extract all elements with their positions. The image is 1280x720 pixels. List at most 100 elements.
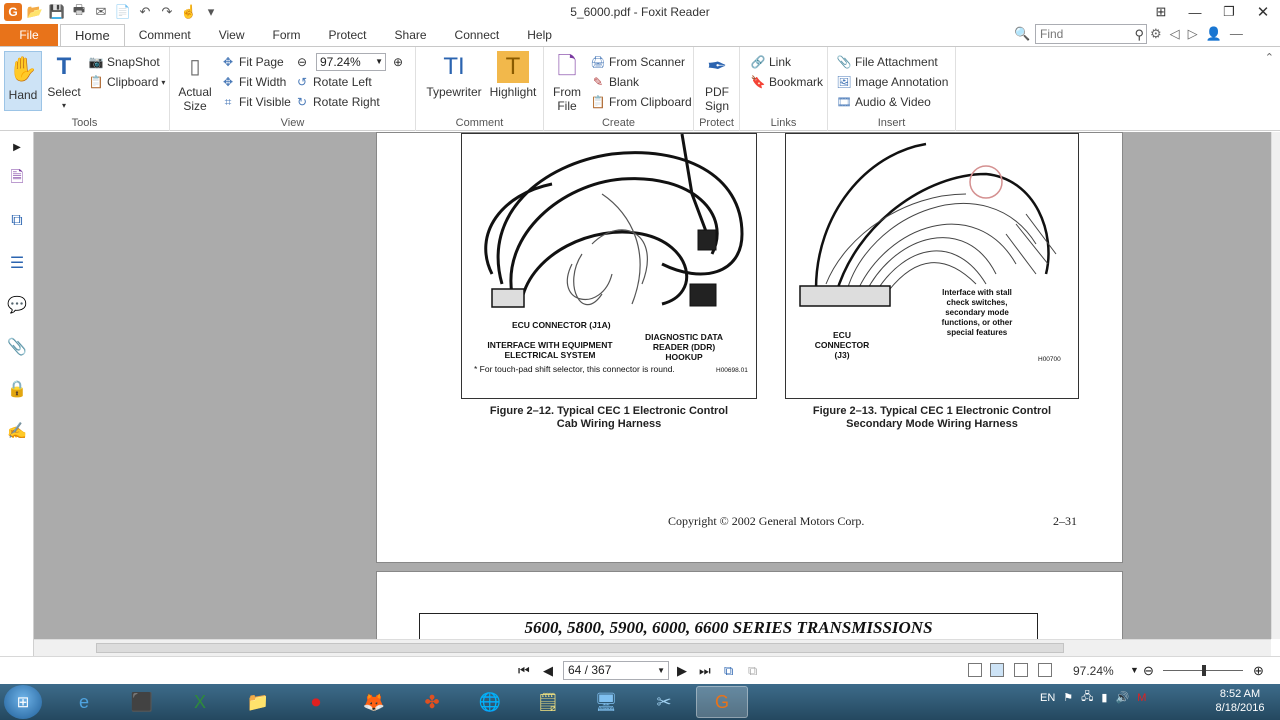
firefox-icon[interactable]: 🦊 — [348, 686, 400, 718]
back-icon[interactable]: ◁ — [1170, 26, 1180, 42]
internet-explorer-icon[interactable]: e — [58, 686, 110, 718]
status-zoom-out-icon[interactable]: ⊖ — [1143, 663, 1154, 679]
rotate-right-button[interactable]: ↻ Rotate Right — [294, 93, 380, 111]
network-app-icon[interactable]: 🌐 — [464, 686, 516, 718]
single-page-view-icon[interactable] — [968, 663, 982, 677]
blank-button[interactable]: ✎ Blank — [590, 73, 639, 91]
volume-icon[interactable]: 🔊 — [1115, 691, 1129, 704]
from-scanner-button[interactable]: 🖨 From Scanner — [590, 53, 685, 71]
zoom-level-select[interactable]: 97.24% ▼ — [316, 53, 386, 71]
typewriter-button[interactable]: TI Typewriter — [424, 51, 484, 100]
close-button[interactable]: ✕ — [1246, 0, 1280, 24]
actual-size-button[interactable]: ▯ Actual Size — [178, 51, 212, 113]
tab-connect[interactable]: Connect — [441, 24, 514, 46]
continuous-facing-view-icon[interactable] — [1038, 663, 1052, 677]
security-panel-icon[interactable]: 🔒 — [6, 378, 28, 400]
comment-group-label: Comment — [455, 117, 504, 129]
tab-share[interactable]: Share — [381, 24, 441, 46]
pdf-sign-label-2: Sign — [704, 99, 730, 113]
previous-page-icon[interactable]: ◀ — [543, 663, 553, 679]
snapshot-button[interactable]: 📷 SnapShot — [88, 53, 160, 71]
collapse-ribbon-icon[interactable]: ⌃ — [1265, 51, 1274, 64]
image-icon: 🖼 — [836, 75, 852, 89]
hand-button[interactable]: ✋ Hand — [4, 51, 42, 111]
page-number-input[interactable]: 64 / 367 ▼ — [563, 661, 669, 680]
layers-panel-icon[interactable]: ☰ — [6, 252, 28, 274]
pages-panel-icon[interactable]: ⧉ — [6, 210, 28, 232]
settings-icon[interactable]: ⚙ — [1150, 26, 1162, 42]
document-viewer[interactable]: ECU CONNECTOR (J1A) INTERFACE WITH EQUIP… — [34, 132, 1271, 639]
status-zoom-in-icon[interactable]: ⊕ — [1253, 663, 1264, 679]
excel-icon[interactable]: X — [174, 686, 226, 718]
first-page-icon[interactable]: ⏮ — [518, 663, 530, 679]
file-attachment-button[interactable]: 📎 File Attachment — [836, 53, 938, 71]
file-explorer-icon[interactable]: 📁 — [232, 686, 284, 718]
language-indicator[interactable]: EN — [1040, 692, 1055, 704]
previous-view-icon[interactable]: ⧉ — [724, 663, 733, 679]
status-zoom-value[interactable]: 97.24% — [1073, 664, 1114, 678]
search-folder-icon[interactable]: 🔍 — [1014, 26, 1030, 42]
link-button[interactable]: 🔗 Link — [750, 53, 792, 71]
system-clock[interactable]: 8:52 AM 8/18/2016 — [1210, 687, 1270, 715]
minimize-button[interactable]: — — [1178, 0, 1212, 24]
device-icon[interactable]: 🖧 — [1081, 688, 1093, 707]
sticky-notes-icon[interactable]: 🗒 — [522, 686, 574, 718]
app-icon[interactable]: ✤ — [406, 686, 458, 718]
signal-icon[interactable]: ▮ — [1101, 691, 1107, 704]
tab-protect[interactable]: Protect — [315, 24, 381, 46]
snipping-tool-icon[interactable]: ✂ — [638, 686, 690, 718]
fit-page-button[interactable]: ✥ Fit Page — [220, 53, 284, 71]
horizontal-scrollbar[interactable] — [34, 639, 1271, 656]
expand-panel-icon[interactable]: ▶ — [6, 136, 28, 158]
maximize-button[interactable]: ❐ — [1212, 0, 1246, 24]
minimize-ribbon-icon[interactable]: — — [1230, 26, 1243, 42]
comments-panel-icon[interactable]: 💬 — [6, 294, 28, 316]
flag-icon[interactable]: ⚑ — [1063, 691, 1073, 704]
zoom-dropdown-icon[interactable]: ▼ — [1130, 665, 1139, 675]
audio-video-button[interactable]: 🎞 Audio & Video — [836, 93, 930, 111]
search-icon[interactable]: ⚲ — [1134, 26, 1144, 44]
highlight-button[interactable]: T Highlight — [488, 51, 538, 99]
next-page-icon[interactable]: ▶ — [677, 663, 687, 679]
continuous-view-icon[interactable] — [990, 663, 1004, 677]
forward-icon[interactable]: ▷ — [1188, 26, 1198, 42]
restore-small-icon[interactable]: ⊞ — [1144, 0, 1178, 24]
remote-desktop-icon[interactable]: 🖥 — [580, 686, 632, 718]
tab-home[interactable]: Home — [60, 24, 125, 46]
tab-file[interactable]: File — [0, 24, 58, 46]
foxit-reader-taskbar-icon[interactable]: G — [696, 686, 748, 718]
rotate-left-button[interactable]: ↺ Rotate Left — [294, 73, 372, 91]
tab-comment[interactable]: Comment — [125, 24, 205, 46]
fit-visible-button[interactable]: ⌗ Fit Visible — [220, 93, 291, 111]
tab-view[interactable]: View — [205, 24, 259, 46]
facing-view-icon[interactable] — [1014, 663, 1028, 677]
attachments-panel-icon[interactable]: 📎 — [6, 336, 28, 358]
select-button[interactable]: T Select ▾ — [46, 51, 82, 113]
recorder-icon[interactable]: ⏺ — [290, 686, 342, 718]
bookmark-button[interactable]: 🔖 Bookmark — [750, 73, 824, 91]
zoom-slider-thumb[interactable] — [1202, 665, 1206, 676]
clipboard-button[interactable]: 📋 Clipboard ▾ — [88, 73, 166, 91]
last-page-icon[interactable]: ⏭ — [699, 663, 711, 679]
next-view-icon[interactable]: ⧉ — [748, 663, 757, 679]
tools-group: ✋ Hand T Select ▾ 📷 SnapShot 📋 Clipboard ▾ … — [0, 47, 170, 131]
vertical-scrollbar[interactable] — [1271, 132, 1280, 639]
tab-help[interactable]: Help — [513, 24, 566, 46]
from-file-button[interactable]: 🗋 From File — [550, 51, 584, 114]
adobe-reader-icon[interactable]: ⬛ — [116, 686, 168, 718]
fit-width-button[interactable]: ✥ Fit Width — [220, 73, 286, 91]
antivirus-icon[interactable]: M — [1137, 692, 1146, 704]
tab-form[interactable]: Form — [259, 24, 315, 46]
zoom-out-button[interactable]: ⊖ — [294, 53, 313, 71]
actual-size-label-1: Actual — [178, 85, 212, 99]
zoom-in-button[interactable]: ⊕ — [390, 53, 409, 71]
from-clipboard-button[interactable]: 📋 From Clipboard — [590, 93, 692, 111]
start-button[interactable]: ⊞ — [4, 685, 42, 719]
image-annotation-button[interactable]: 🖼 Image Annotation — [836, 73, 948, 91]
signatures-panel-icon[interactable]: ✍ — [6, 420, 28, 442]
horizontal-scroll-thumb[interactable] — [96, 643, 1064, 653]
bookmarks-panel-icon[interactable]: 🗎 — [6, 168, 28, 190]
pdf-sign-button[interactable]: ✒ PDF Sign — [700, 51, 734, 114]
account-icon[interactable]: 👤 — [1206, 26, 1222, 42]
search-input[interactable]: Find ⚲ — [1035, 24, 1147, 44]
